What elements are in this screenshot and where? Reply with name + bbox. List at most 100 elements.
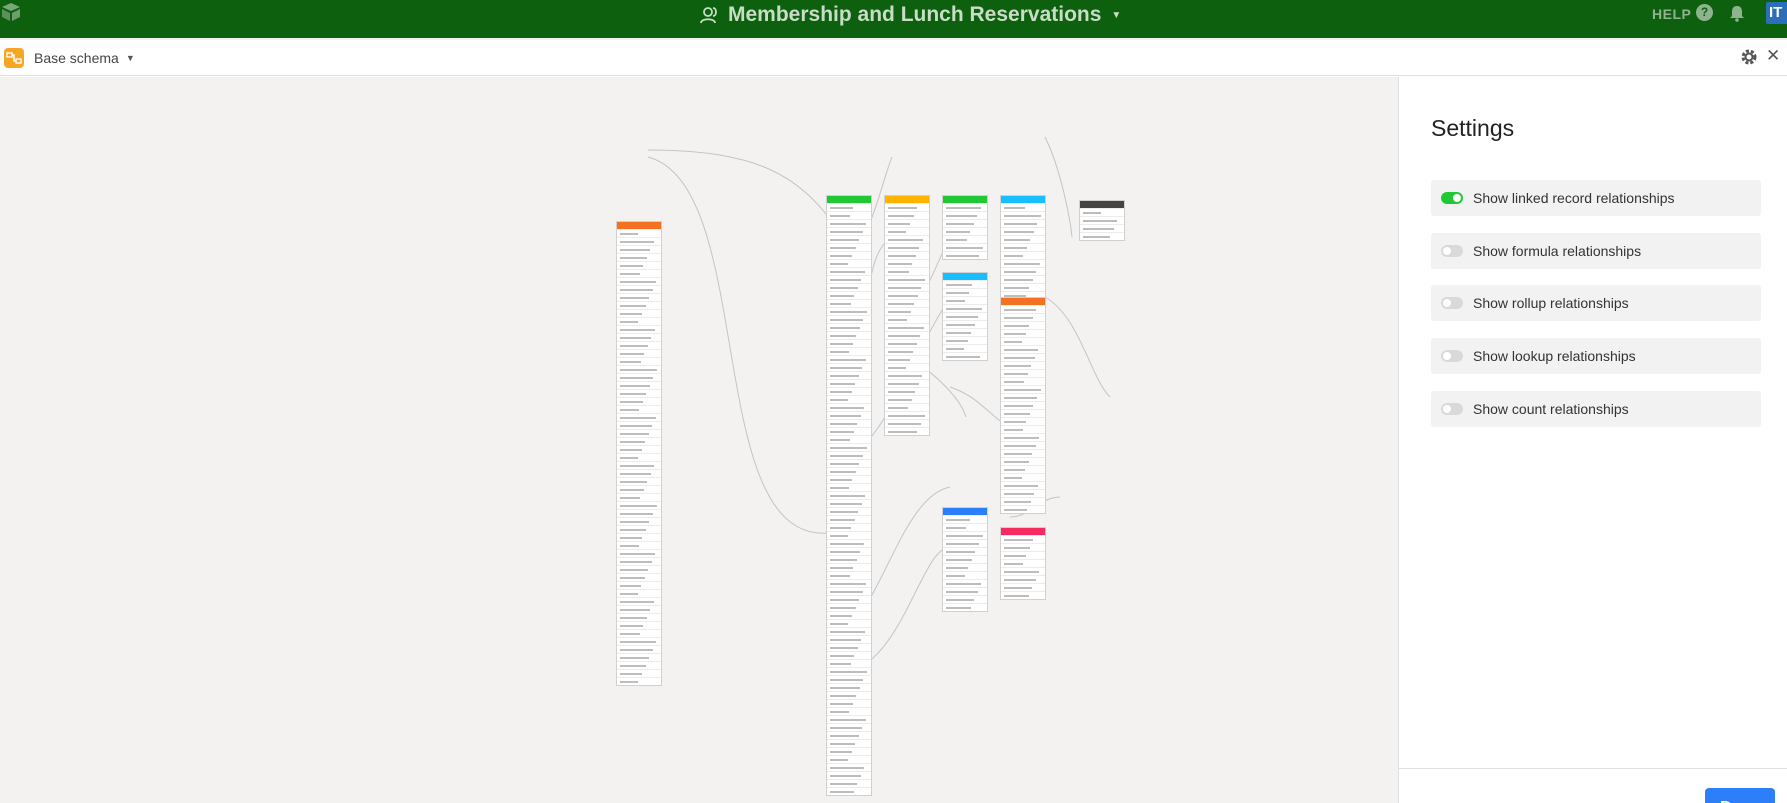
toggle-switch[interactable] — [1441, 297, 1463, 309]
schema-field-row — [827, 531, 871, 539]
schema-canvas[interactable] — [0, 77, 1398, 803]
schema-field-row — [1001, 505, 1045, 513]
schema-table-header — [617, 222, 661, 229]
close-icon[interactable]: ✕ — [1766, 46, 1780, 66]
schema-field-row — [885, 243, 929, 251]
schema-field-row — [827, 547, 871, 555]
schema-field-row — [1001, 243, 1045, 251]
schema-field-row — [1001, 409, 1045, 417]
schema-table-card[interactable] — [826, 195, 872, 796]
schema-field-row — [885, 387, 929, 395]
schema-field-row — [617, 605, 661, 613]
schema-field-row — [1001, 465, 1045, 473]
gear-icon[interactable] — [1740, 48, 1758, 66]
schema-field-row — [827, 683, 871, 691]
option-rollup-relationships[interactable]: Show rollup relationships — [1431, 285, 1761, 321]
schema-table-card[interactable] — [1000, 297, 1046, 514]
schema-table-card[interactable] — [942, 195, 988, 260]
schema-field-row — [617, 525, 661, 533]
toggle-switch[interactable] — [1441, 245, 1463, 257]
schema-field-row — [617, 293, 661, 301]
schema-field-row — [943, 251, 987, 259]
schema-field-row — [1080, 208, 1124, 216]
schema-table-card[interactable] — [884, 195, 930, 436]
schema-field-row — [827, 235, 871, 243]
schema-field-row — [617, 357, 661, 365]
schema-field-row — [827, 427, 871, 435]
schema-field-row — [827, 211, 871, 219]
base-schema-modal: Base schema ▼ ✕ Settings Show linked rec… — [0, 40, 1787, 803]
schema-table-card[interactable] — [1079, 200, 1125, 241]
schema-field-row — [617, 677, 661, 685]
top-bar: Membership and Lunch Reservations ▼ HELP… — [0, 0, 1787, 38]
schema-field-row — [1001, 321, 1045, 329]
schema-field-row — [827, 627, 871, 635]
schema-field-row — [827, 355, 871, 363]
schema-field-row — [885, 283, 929, 291]
help-icon[interactable]: ? — [1696, 4, 1713, 21]
schema-field-row — [1001, 203, 1045, 211]
schema-field-row — [885, 259, 929, 267]
schema-field-row — [943, 531, 987, 539]
schema-field-row — [943, 336, 987, 344]
base-title-button[interactable]: Membership and Lunch Reservations ▼ — [700, 2, 1121, 28]
schema-field-row — [885, 307, 929, 315]
schema-field-row — [827, 611, 871, 619]
done-button[interactable]: Done — [1705, 788, 1775, 803]
schema-field-row — [827, 451, 871, 459]
schema-field-row — [1001, 313, 1045, 321]
schema-table-header — [1080, 201, 1124, 208]
schema-field-row — [617, 301, 661, 309]
schema-table-card[interactable] — [1000, 527, 1046, 600]
schema-field-row — [885, 339, 929, 347]
schema-table-card[interactable] — [942, 507, 988, 612]
option-linked-record-relationships[interactable]: Show linked record relationships — [1431, 180, 1761, 216]
schema-field-row — [827, 403, 871, 411]
toggle-switch[interactable] — [1441, 350, 1463, 362]
schema-field-row — [1001, 425, 1045, 433]
schema-title-dropdown[interactable]: Base schema ▼ — [34, 50, 135, 66]
option-formula-relationships[interactable]: Show formula relationships — [1431, 233, 1761, 269]
option-lookup-relationships[interactable]: Show lookup relationships — [1431, 338, 1761, 374]
schema-field-row — [827, 283, 871, 291]
schema-field-row — [617, 253, 661, 261]
schema-field-row — [617, 509, 661, 517]
schema-field-row — [885, 299, 929, 307]
schema-field-row — [1001, 211, 1045, 219]
option-label: Show linked record relationships — [1473, 190, 1675, 206]
schema-field-row — [617, 573, 661, 581]
avatar[interactable]: IT — [1766, 2, 1787, 24]
schema-field-row — [885, 363, 929, 371]
schema-field-row — [1001, 219, 1045, 227]
help-link[interactable]: HELP — [1652, 6, 1691, 22]
schema-field-row — [943, 328, 987, 336]
schema-field-row — [943, 304, 987, 312]
schema-field-row — [1001, 337, 1045, 345]
airtable-logo-icon[interactable] — [0, 2, 22, 22]
schema-field-row — [827, 587, 871, 595]
toggle-switch[interactable] — [1441, 403, 1463, 415]
schema-field-row — [617, 341, 661, 349]
schema-title-text: Base schema — [34, 50, 119, 66]
schema-field-row — [827, 715, 871, 723]
toggle-switch[interactable] — [1441, 192, 1463, 204]
schema-field-row — [943, 203, 987, 211]
schema-field-row — [827, 243, 871, 251]
schema-table-card[interactable] — [616, 221, 662, 686]
schema-field-row — [1001, 559, 1045, 567]
schema-field-row — [885, 203, 929, 211]
schema-field-row — [827, 691, 871, 699]
bell-icon[interactable] — [1728, 4, 1746, 22]
schema-field-row — [617, 661, 661, 669]
schema-field-row — [1001, 417, 1045, 425]
schema-app-icon — [4, 48, 24, 68]
schema-table-card[interactable] — [942, 272, 988, 361]
schema-field-row — [827, 443, 871, 451]
option-count-relationships[interactable]: Show count relationships — [1431, 391, 1761, 427]
schema-field-row — [617, 405, 661, 413]
schema-field-row — [827, 315, 871, 323]
schema-field-row — [1001, 497, 1045, 505]
schema-field-row — [617, 389, 661, 397]
schema-table-header — [943, 508, 987, 515]
schema-field-row — [827, 523, 871, 531]
